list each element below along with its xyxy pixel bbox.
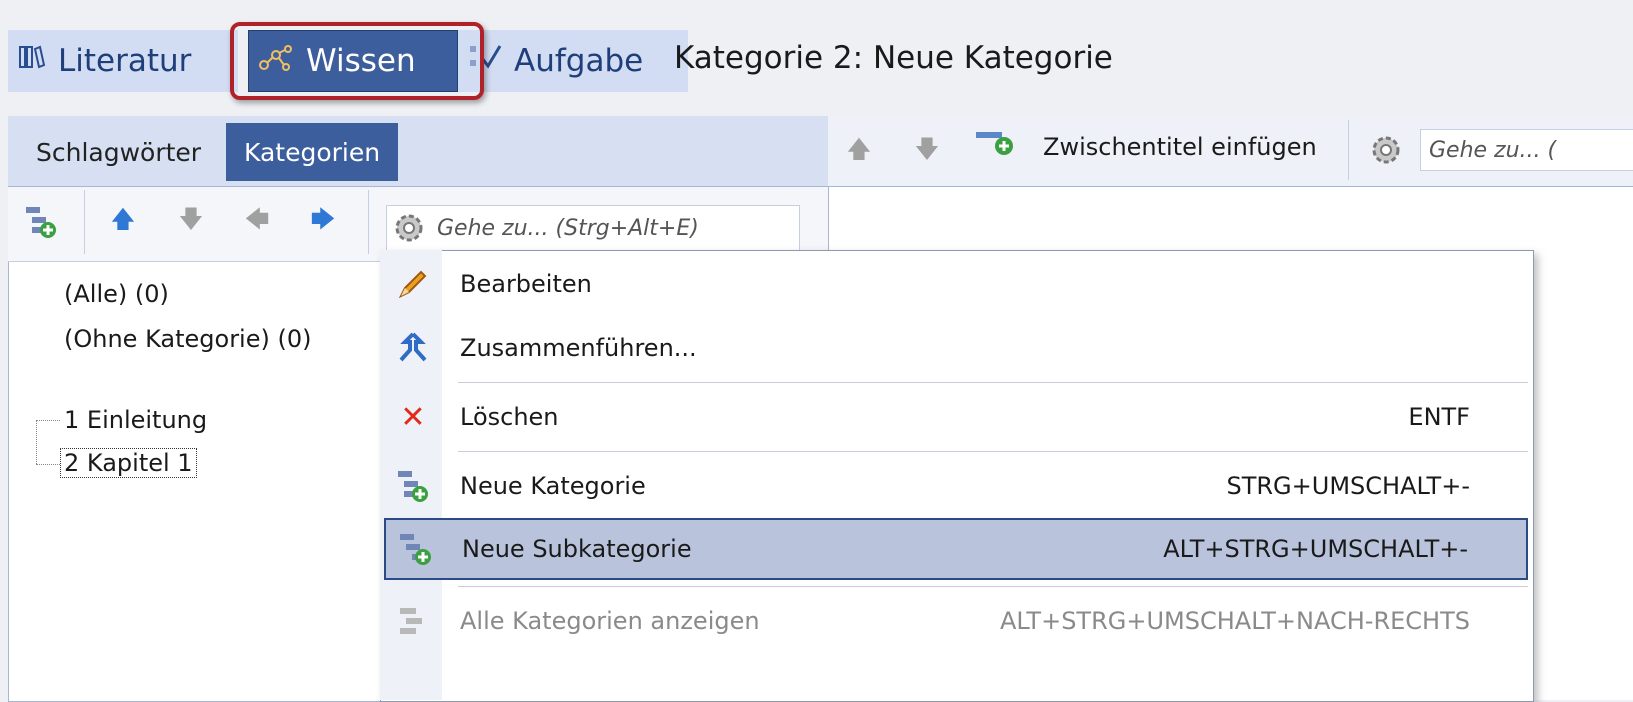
menu-item-label: Neue Kategorie	[460, 472, 646, 500]
new-subcategory-icon	[394, 528, 436, 570]
tree-connector	[36, 464, 60, 466]
menu-item-zusammenfuehren[interactable]: Zusammenführen...	[384, 317, 1528, 379]
merge-icon	[392, 327, 434, 369]
menu-item-label: Alle Kategorien anzeigen	[460, 607, 760, 635]
toolbar-divider	[1348, 120, 1349, 180]
right-search-placeholder: Gehe zu... (	[1429, 137, 1557, 163]
menu-item-shortcut: STRG+UMSCHALT+-	[1226, 472, 1470, 500]
tree-item-einleitung[interactable]: 1 Einleitung	[64, 406, 207, 434]
arrow-down-icon: 🡇	[178, 204, 204, 233]
gear-icon[interactable]	[389, 208, 429, 248]
menu-item-label: Bearbeiten	[460, 270, 592, 298]
arrow-down-icon: 🡇	[914, 134, 940, 163]
menu-item-neue-kategorie[interactable]: Neue Kategorie STRG+UMSCHALT+-	[384, 455, 1528, 517]
books-icon	[18, 43, 46, 79]
insert-subtitle-icon	[974, 126, 1022, 162]
gear-icon[interactable]	[1366, 130, 1406, 170]
menu-item-alle-kategorien-anzeigen[interactable]: Alle Kategorien anzeigen ALT+STRG+UMSCHA…	[384, 590, 1528, 652]
wissen-highlight-frame	[230, 22, 484, 100]
tree-connector	[36, 420, 38, 464]
delete-icon: ✕	[400, 399, 426, 435]
toolbar-divider	[84, 190, 85, 254]
add-category-icon	[26, 207, 56, 238]
nav-literatur-label: Literatur	[58, 43, 192, 79]
arrow-up-icon: 🡅	[110, 204, 136, 233]
move-left-button[interactable]: 🡄	[240, 205, 274, 239]
toolbar-divider	[368, 190, 369, 254]
insert-subtitle-button[interactable]: Zwischentitel einfügen	[1043, 133, 1317, 161]
move-up-button[interactable]: 🡅	[106, 205, 140, 239]
menu-item-neue-subkategorie[interactable]: Neue Subkategorie ALT+STRG+UMSCHALT+-	[384, 518, 1528, 580]
right-move-down-button[interactable]: 🡇	[910, 135, 944, 169]
arrow-up-icon: 🡅	[846, 134, 872, 163]
menu-item-loeschen[interactable]: ✕ Löschen ENTF	[384, 386, 1528, 448]
new-category-icon	[392, 465, 434, 507]
tab-kategorien[interactable]: Kategorien	[226, 123, 399, 181]
add-category-button[interactable]	[24, 205, 58, 239]
left-search-placeholder: Gehe zu... (Strg+Alt+E)	[437, 215, 699, 241]
menu-item-shortcut: ENTF	[1408, 403, 1470, 431]
show-all-icon	[392, 600, 434, 642]
menu-item-shortcut: ALT+STRG+UMSCHALT+-	[1163, 535, 1468, 563]
nav-literatur-button[interactable]: Literatur	[8, 30, 238, 92]
menu-separator	[458, 382, 1528, 383]
nav-aufgaben-button[interactable]: Aufgaben	[458, 30, 688, 92]
menu-separator	[458, 451, 1528, 452]
tab-schlagwoerter[interactable]: Schlagwörter	[18, 123, 219, 181]
menu-item-label: Löschen	[460, 403, 559, 431]
right-move-up-button[interactable]: 🡅	[842, 135, 876, 169]
move-right-button[interactable]: 🡆	[306, 205, 340, 239]
pencil-icon	[392, 263, 434, 305]
category-title: Kategorie 2: Neue Kategorie	[674, 40, 1113, 76]
menu-separator	[458, 586, 1528, 587]
menu-item-shortcut: ALT+STRG+UMSCHALT+NACH-RECHTS	[999, 607, 1470, 635]
tree-item-no-category[interactable]: (Ohne Kategorie) (0)	[64, 325, 311, 353]
tree-connector	[36, 420, 60, 422]
menu-item-label: Neue Subkategorie	[462, 535, 692, 563]
move-down-button[interactable]: 🡇	[174, 205, 208, 239]
menu-item-bearbeiten[interactable]: Bearbeiten	[384, 253, 1528, 315]
arrow-right-icon: 🡆	[310, 204, 336, 233]
right-search-box[interactable]: Gehe zu... (	[1420, 129, 1633, 171]
arrow-left-icon: 🡄	[244, 204, 270, 233]
tree-item-kapitel-1[interactable]: 2 Kapitel 1	[60, 448, 197, 478]
menu-item-label: Zusammenführen...	[460, 334, 697, 362]
tree-item-all[interactable]: (Alle) (0)	[64, 280, 169, 308]
left-search-box[interactable]: Gehe zu... (Strg+Alt+E)	[386, 205, 800, 251]
nav-aufgaben-label: Aufgaben	[514, 43, 644, 79]
